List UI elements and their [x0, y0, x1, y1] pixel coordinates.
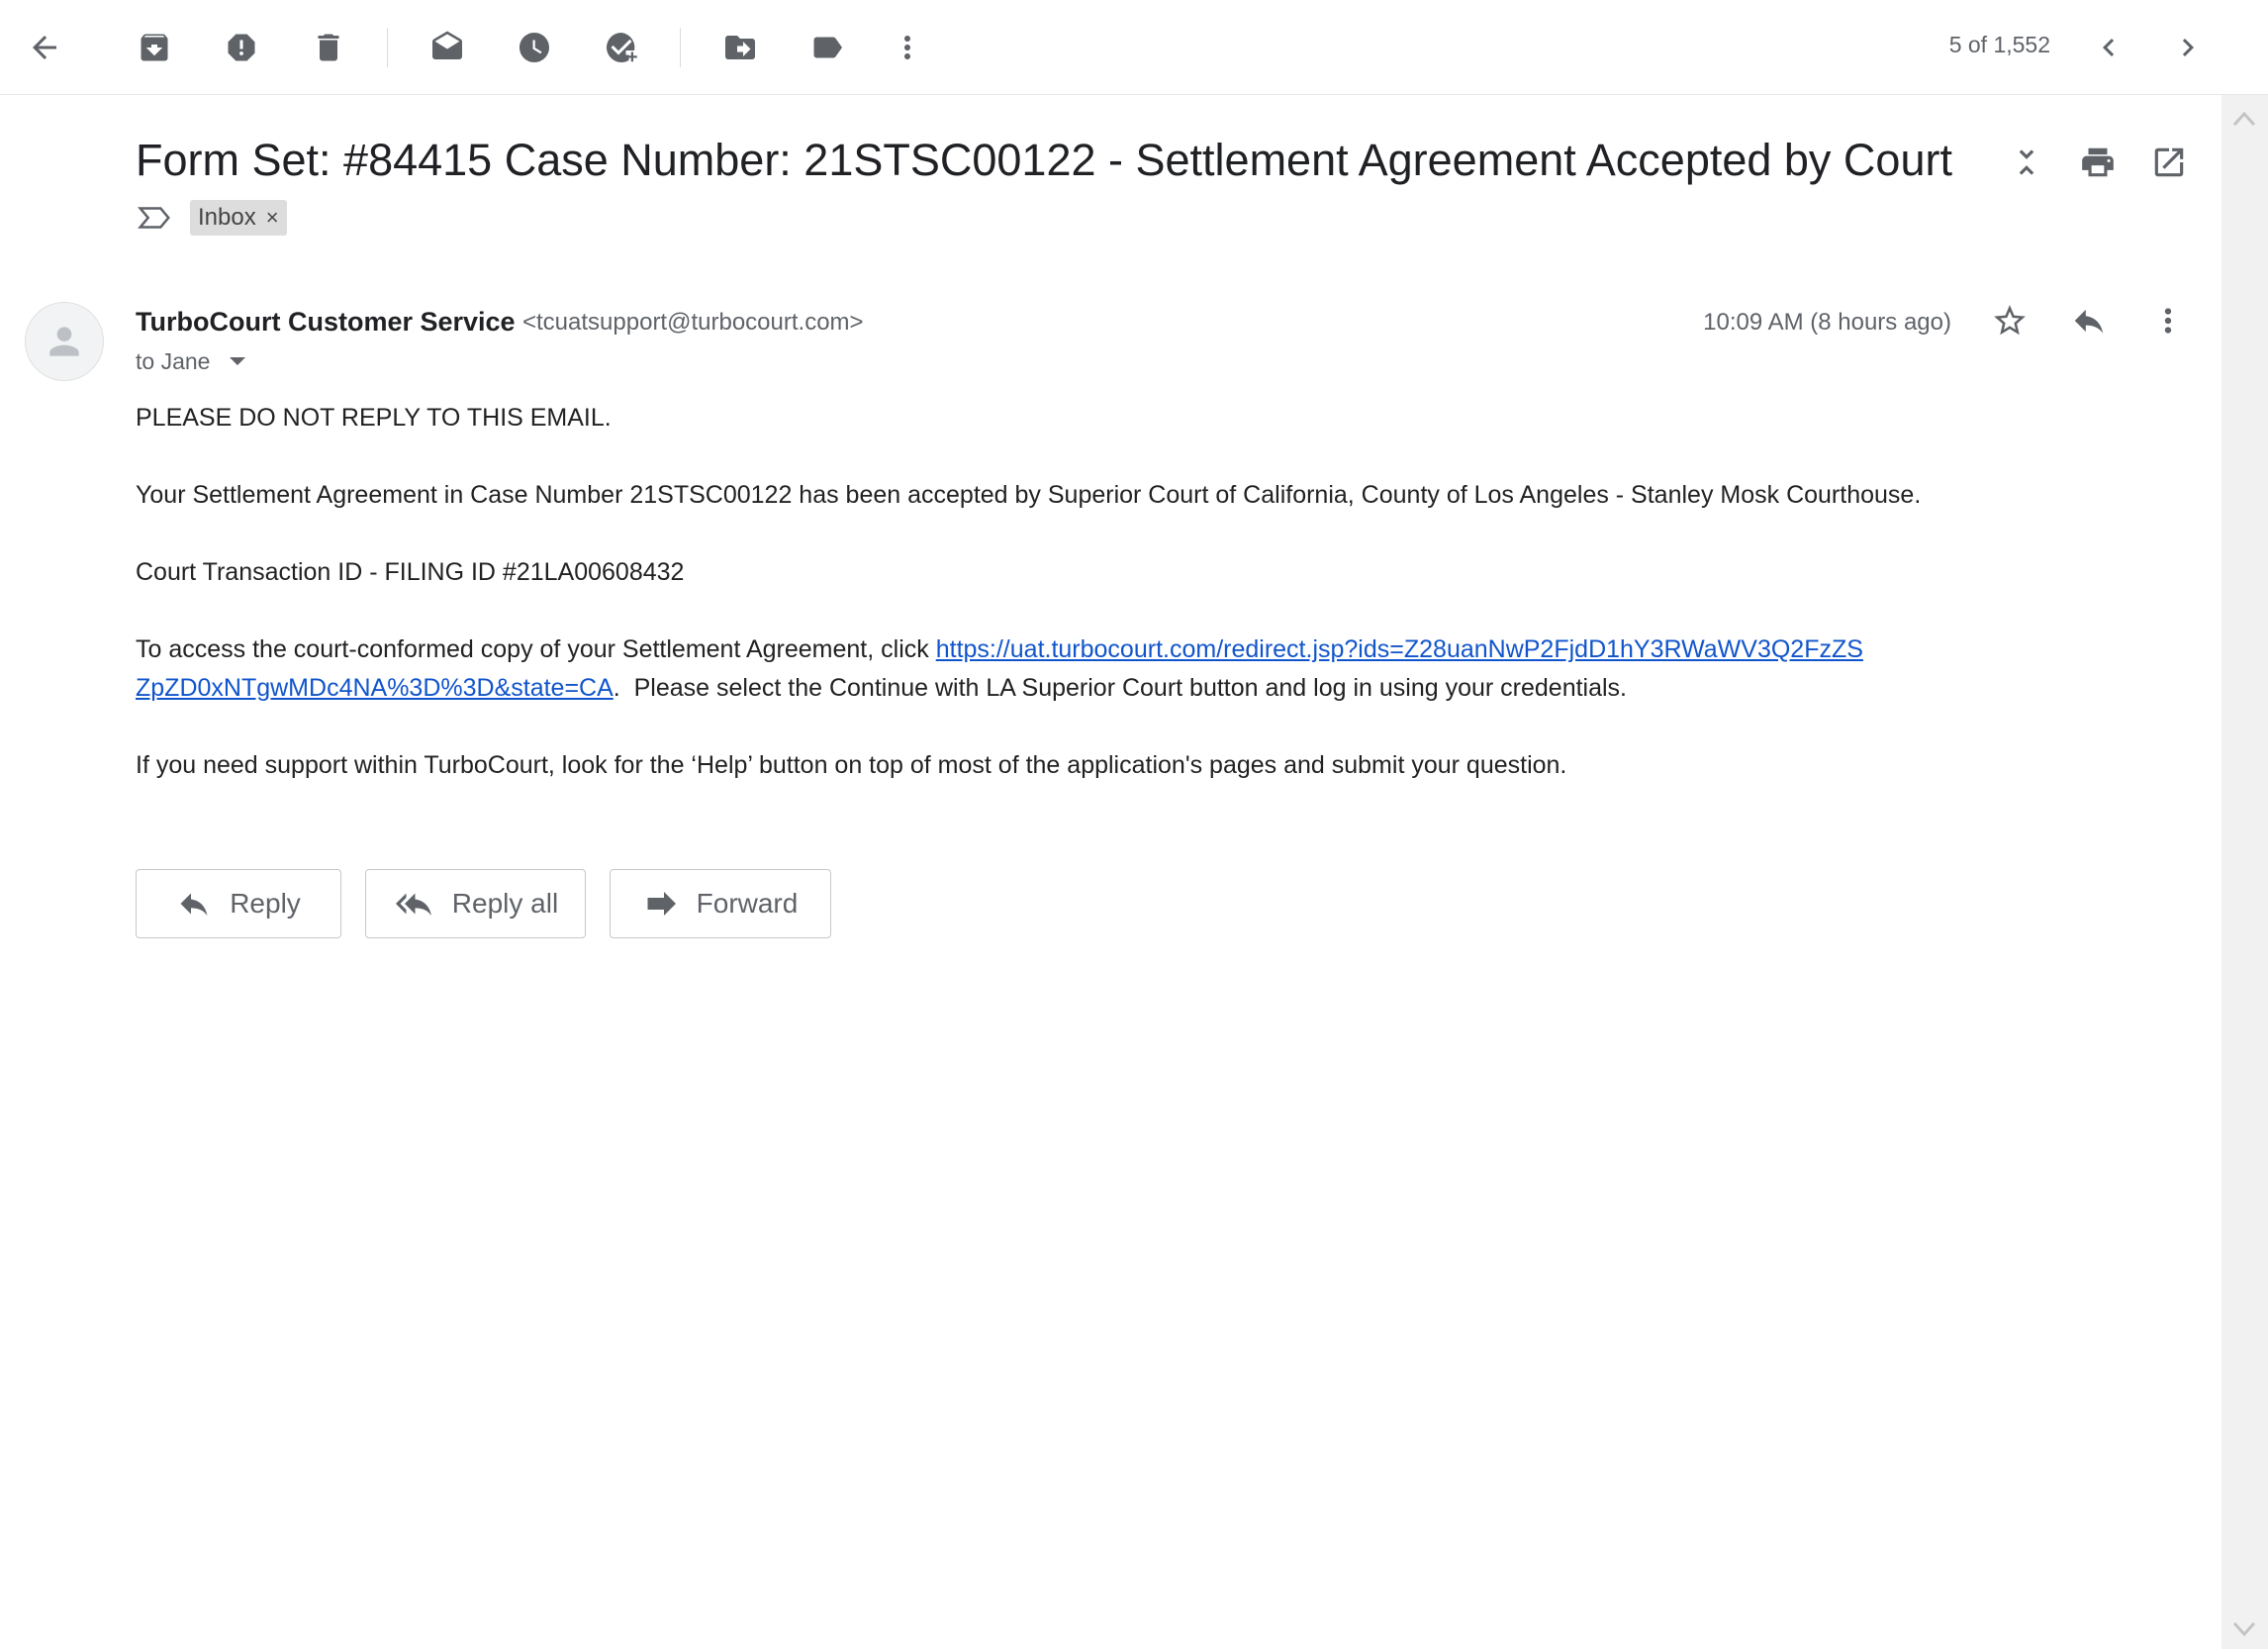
body-line: To access the court-conformed copy of yo… — [136, 635, 1863, 664]
archive-icon[interactable] — [129, 22, 180, 73]
scrollbar[interactable] — [2221, 95, 2268, 1649]
sender-name: TurboCourt Customer Service — [136, 307, 516, 337]
person-icon — [49, 327, 79, 356]
more-vert-icon[interactable] — [882, 22, 933, 73]
scroll-down-icon[interactable] — [2226, 1614, 2262, 1644]
forward-button[interactable]: Forward — [610, 869, 831, 938]
body-line: PLEASE DO NOT REPLY TO THIS EMAIL. — [136, 404, 612, 432]
body-line: Court Transaction ID - FILING ID #21LA00… — [136, 558, 685, 586]
email-timestamp: 10:09 AM (8 hours ago) — [1703, 309, 1951, 336]
add-to-tasks-icon[interactable] — [596, 22, 647, 73]
star-icon[interactable] — [1986, 297, 2033, 344]
avatar — [25, 302, 104, 381]
mark-unread-icon[interactable] — [422, 22, 473, 73]
print-icon[interactable] — [2074, 139, 2122, 186]
reply-icon — [180, 893, 208, 916]
body-text-segment: To access the court-conformed copy of yo… — [136, 635, 936, 663]
conformed-copy-link-continued[interactable]: ZpZD0xNTgwMDc4NA%3D%3D&state=CA — [136, 674, 614, 702]
label-text: Inbox — [198, 204, 256, 231]
more-options-icon[interactable] — [2144, 297, 2192, 344]
chevron-left-icon[interactable] — [2083, 22, 2134, 73]
toolbar-divider — [387, 28, 388, 67]
report-spam-icon[interactable] — [216, 22, 267, 73]
email-subject: Form Set: #84415 Case Number: 21STSC0012… — [136, 135, 1952, 185]
recipient-line: to Jane — [136, 348, 211, 374]
reply-all-icon — [395, 893, 431, 916]
labels-icon[interactable] — [802, 22, 853, 73]
open-in-new-window-icon[interactable] — [2145, 139, 2193, 186]
remove-label-icon[interactable]: × — [266, 205, 279, 231]
body-line: Your Settlement Agreement in Case Number… — [136, 481, 1922, 509]
back-arrow-icon[interactable] — [19, 22, 70, 73]
reply-all-label: Reply all — [451, 888, 559, 919]
snooze-icon[interactable] — [509, 22, 560, 73]
reply-label: Reply — [230, 888, 301, 919]
sender-email: <tcuatsupport@turbocourt.com> — [522, 309, 864, 336]
toolbar-divider — [680, 28, 681, 67]
message-counter: 5 of 1,552 — [1948, 32, 2050, 57]
forward-icon — [647, 892, 676, 916]
reply-all-button[interactable]: Reply all — [365, 869, 586, 938]
chevron-right-icon[interactable] — [2162, 22, 2214, 73]
show-details-icon[interactable] — [230, 357, 245, 365]
body-text-segment: . Please select the Continue with LA Sup… — [613, 674, 1627, 702]
inbox-label-chip: Inbox × — [190, 200, 287, 236]
forward-label: Forward — [696, 888, 799, 919]
body-line: ZpZD0xNTgwMDc4NA%3D%3D&state=CA. Please … — [136, 674, 1627, 703]
scroll-up-icon[interactable] — [2226, 104, 2262, 134]
collapse-all-icon[interactable] — [2003, 139, 2050, 186]
body-line: If you need support within TurboCourt, l… — [136, 751, 1567, 779]
move-to-icon[interactable] — [714, 22, 766, 73]
reply-button[interactable]: Reply — [136, 869, 341, 938]
reply-icon[interactable] — [2065, 297, 2113, 344]
toolbar: 5 of 1,552 — [0, 0, 2268, 95]
conformed-copy-link[interactable]: https://uat.turbocourt.com/redirect.jsp?… — [936, 635, 1863, 663]
importance-marker-icon[interactable] — [131, 196, 178, 240]
delete-icon[interactable] — [303, 22, 354, 73]
